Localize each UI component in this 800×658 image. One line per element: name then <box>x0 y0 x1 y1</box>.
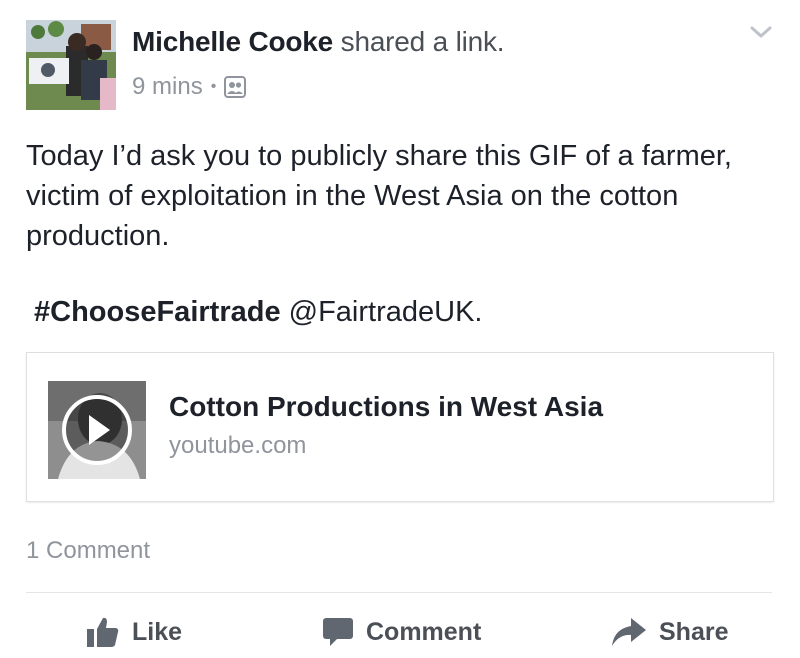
post-text: Today I’d ask you to publicly share this… <box>26 140 732 252</box>
author-line: Michelle Cooke shared a link. <box>132 26 505 58</box>
post-timestamp[interactable]: 9 mins <box>132 73 203 101</box>
link-domain: youtube.com <box>169 432 307 459</box>
like-label: Like <box>132 617 183 646</box>
action-bar: Like Comment Share <box>0 606 800 658</box>
author-name[interactable]: Michelle Cooke <box>132 26 333 57</box>
thumbs-up-icon <box>87 617 119 647</box>
share-arrow-icon <box>612 618 646 646</box>
share-button[interactable]: Share <box>611 606 728 658</box>
divider <box>26 592 772 593</box>
avatar[interactable] <box>26 20 116 110</box>
post-action-text: shared a link. <box>340 26 505 57</box>
speech-bubble-icon <box>323 618 353 646</box>
video-thumbnail[interactable] <box>48 381 146 479</box>
link-preview-card[interactable]: Cotton Productions in West Asia youtube.… <box>26 352 774 502</box>
post-tags: #ChooseFairtrade @FairtradeUK. <box>34 296 482 329</box>
friends-icon[interactable] <box>224 76 247 98</box>
comment-button[interactable]: Comment <box>322 606 481 658</box>
chevron-down-icon[interactable] <box>746 20 776 44</box>
comment-count[interactable]: 1 Comment <box>26 537 150 565</box>
share-label: Share <box>659 617 729 646</box>
play-icon[interactable] <box>62 395 132 465</box>
post-header: Michelle Cooke shared a link. 9 mins • <box>26 20 776 110</box>
post-meta: 9 mins • <box>132 73 247 101</box>
hashtag-link[interactable]: #ChooseFairtrade <box>34 296 281 328</box>
mention-link[interactable]: @FairtradeUK. <box>289 296 483 328</box>
link-title[interactable]: Cotton Productions in West Asia <box>169 391 603 423</box>
meta-separator: • <box>210 78 217 95</box>
comment-label: Comment <box>366 617 482 646</box>
like-button[interactable]: Like <box>86 606 182 658</box>
